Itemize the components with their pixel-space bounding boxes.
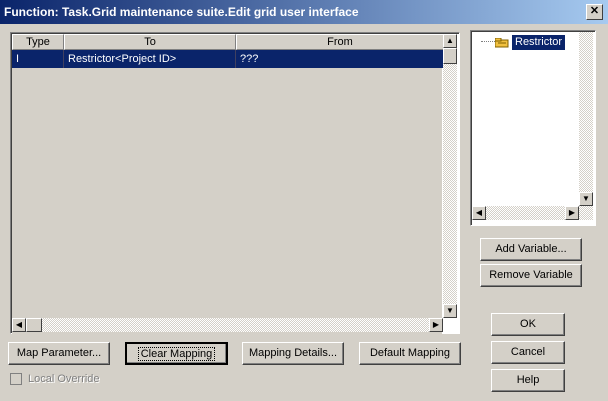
- tree-item-label: Restrictor: [512, 35, 566, 50]
- help-button[interactable]: Help: [491, 369, 565, 392]
- map-parameter-button[interactable]: Map Parameter...: [8, 342, 110, 365]
- scroll-thumb[interactable]: [443, 48, 457, 64]
- tree-horizontal-scrollbar[interactable]: ◀ ▶: [472, 206, 593, 220]
- tree-connector: [481, 41, 495, 42]
- scroll-left-button[interactable]: ◀: [12, 318, 26, 332]
- scroll-right-button[interactable]: ▶: [565, 206, 579, 220]
- scroll-right-button[interactable]: ▶: [429, 318, 443, 332]
- remove-variable-button[interactable]: Remove Variable: [480, 264, 582, 287]
- scroll-thumb[interactable]: [26, 318, 42, 332]
- grid-header: Type To From: [12, 34, 444, 50]
- mapping-details-button[interactable]: Mapping Details...: [242, 342, 344, 365]
- scroll-down-button[interactable]: ▼: [579, 192, 593, 206]
- window-title: Function: Task.Grid maintenance suite.Ed…: [4, 5, 359, 19]
- scroll-left-button[interactable]: ◀: [472, 206, 486, 220]
- tree-vertical-scrollbar[interactable]: ▼: [579, 32, 593, 206]
- column-header-type[interactable]: Type: [12, 34, 64, 50]
- title-bar[interactable]: Function: Task.Grid maintenance suite.Ed…: [0, 0, 608, 24]
- ok-button[interactable]: OK: [491, 313, 565, 336]
- clear-mapping-button[interactable]: Clear Mapping: [125, 342, 228, 365]
- local-override-checkbox[interactable]: [10, 373, 22, 385]
- grid-horizontal-scrollbar[interactable]: ◀ ▶: [12, 318, 443, 332]
- variable-tree[interactable]: Restrictor ▼ ◀ ▶: [470, 30, 596, 226]
- grid-vertical-scrollbar[interactable]: ▲ ▼: [443, 34, 457, 318]
- clear-mapping-label: Clear Mapping: [137, 347, 216, 361]
- column-header-to[interactable]: To: [64, 34, 236, 50]
- folder-key-icon: [494, 37, 509, 48]
- table-row[interactable]: I Restrictor<Project ID> ???: [12, 50, 444, 68]
- cell-from: ???: [236, 50, 444, 68]
- default-mapping-button[interactable]: Default Mapping: [359, 342, 461, 365]
- mapping-grid[interactable]: Type To From I Restrictor<Project ID> ??…: [10, 32, 460, 348]
- cell-type: I: [12, 50, 64, 68]
- cancel-button[interactable]: Cancel: [491, 341, 565, 364]
- column-header-from[interactable]: From: [236, 34, 444, 50]
- scroll-down-button[interactable]: ▼: [443, 304, 457, 318]
- close-button[interactable]: ✕: [586, 4, 603, 20]
- local-override-label: Local Override: [28, 373, 100, 385]
- add-variable-button[interactable]: Add Variable...: [480, 238, 582, 261]
- scroll-up-button[interactable]: ▲: [443, 34, 457, 48]
- grid-empty-area: [12, 68, 442, 348]
- cell-to: Restrictor<Project ID>: [64, 50, 236, 68]
